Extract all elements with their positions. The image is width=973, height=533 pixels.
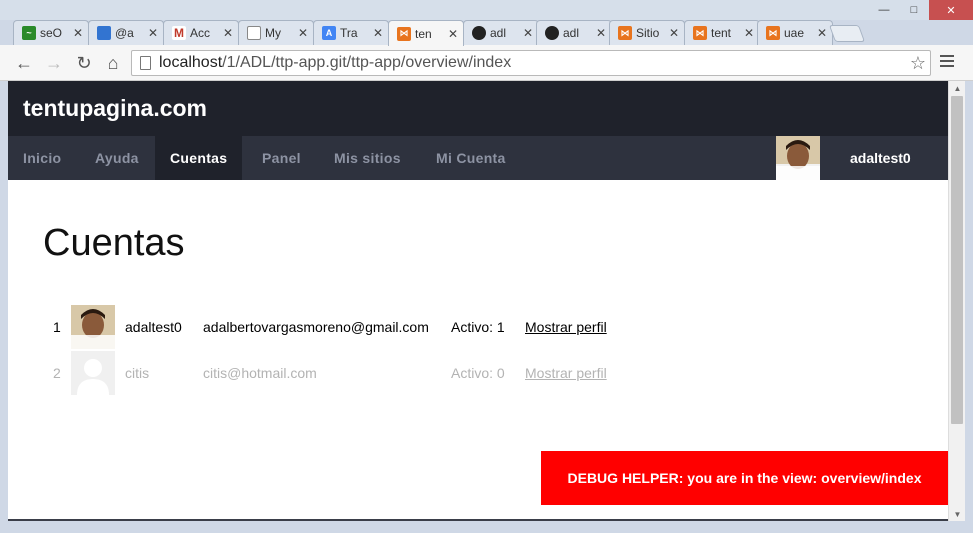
- github-icon: [472, 26, 486, 40]
- close-tab-icon[interactable]: ✕: [523, 26, 533, 40]
- github-icon: [545, 26, 559, 40]
- close-window-button[interactable]: ✕: [929, 0, 973, 20]
- footer-bar: [8, 519, 948, 521]
- browser-tab[interactable]: ⋈ Sitio ✕: [609, 20, 685, 45]
- account-email: citis@hotmail.com: [203, 365, 317, 381]
- site-header: tentupagina.com: [8, 81, 948, 136]
- tab-title: ten: [415, 26, 432, 41]
- xampp-icon: ⋈: [618, 26, 632, 40]
- gmail-icon: M: [172, 26, 186, 40]
- tab-title: My: [265, 26, 281, 40]
- table-row: 1 adaltest0 adalbertovargasmoreno@gmail.…: [43, 305, 643, 349]
- browser-toolbar: ← → ↻ ⌂ localhost/1/ADL/ttp-app.git/ttp-…: [0, 45, 973, 81]
- translate-icon: A: [322, 26, 336, 40]
- account-email: adalbertovargasmoreno@gmail.com: [203, 319, 429, 335]
- table-row: 2 citis citis@hotmail.com Activo: 0 Most…: [43, 351, 643, 395]
- scroll-down-icon[interactable]: ▼: [949, 507, 966, 521]
- close-tab-icon[interactable]: ✕: [669, 26, 679, 40]
- minimize-button[interactable]: —: [869, 0, 899, 20]
- xampp-icon: ⋈: [397, 26, 411, 41]
- browser-tab[interactable]: A Tra ✕: [313, 20, 389, 45]
- vertical-scrollbar[interactable]: ▲ ▼: [948, 81, 965, 521]
- menu-icon[interactable]: [940, 55, 954, 70]
- browser-tab[interactable]: My ✕: [238, 20, 314, 45]
- account-status: Activo: 0: [451, 365, 505, 381]
- page-icon: [140, 56, 151, 70]
- site-nav: Inicio Ayuda Cuentas Panel Mis sitios Mi…: [8, 136, 948, 180]
- bookmark-star-icon[interactable]: ☆: [910, 53, 926, 74]
- tab-title: Sitio: [636, 26, 660, 40]
- account-username: citis: [125, 365, 150, 381]
- nav-item-cuentas[interactable]: Cuentas: [155, 136, 243, 180]
- back-arrow-icon[interactable]: ←: [12, 51, 36, 75]
- browser-tab[interactable]: M Acc ✕: [163, 20, 239, 45]
- close-tab-icon[interactable]: ✕: [817, 26, 827, 40]
- row-index: 2: [53, 365, 61, 381]
- close-tab-icon[interactable]: ✕: [73, 26, 83, 40]
- window-titlebar: — □ ✕: [0, 0, 973, 20]
- page-viewport: tentupagina.com Inicio Ayuda Cuentas Pan…: [8, 81, 948, 521]
- url-path: /1/ADL/ttp-app.git/ttp-app/overview/inde…: [222, 54, 512, 71]
- new-tab-button[interactable]: [828, 25, 866, 42]
- nav-item-ayuda[interactable]: Ayuda: [80, 136, 154, 180]
- tab-title: Acc: [190, 26, 211, 40]
- avatar[interactable]: [776, 136, 820, 180]
- address-bar[interactable]: localhost/1/ADL/ttp-app.git/ttp-app/over…: [131, 50, 931, 76]
- account-status: Activo: 1: [451, 319, 505, 335]
- close-tab-icon[interactable]: ✕: [298, 26, 308, 40]
- site-title[interactable]: tentupagina.com: [23, 95, 207, 122]
- window-controls: — □ ✕: [869, 0, 973, 20]
- tab-strip: ~ seO ✕ @a ✕ M Acc ✕ My ✕ A Tra ✕ ⋈ ten …: [0, 20, 973, 46]
- xampp-icon: ⋈: [766, 26, 780, 40]
- close-tab-icon[interactable]: ✕: [596, 26, 606, 40]
- close-tab-icon[interactable]: ✕: [373, 26, 383, 40]
- maximize-button[interactable]: □: [899, 0, 929, 20]
- tab-title: adl: [490, 26, 507, 40]
- browser-tab[interactable]: ~ seO ✕: [13, 20, 89, 45]
- default-avatar-icon: [71, 351, 115, 395]
- row-index: 1: [53, 319, 61, 335]
- close-tab-icon[interactable]: ✕: [148, 26, 158, 40]
- browser-tab-active[interactable]: ⋈ ten ✕: [388, 20, 464, 46]
- nav-item-inicio[interactable]: Inicio: [8, 136, 76, 180]
- chart-icon: ~: [22, 26, 36, 40]
- nav-item-mi-cuenta[interactable]: Mi Cuenta: [421, 136, 521, 180]
- account-username: adaltest0: [125, 319, 182, 335]
- browser-tab[interactable]: @a ✕: [88, 20, 164, 45]
- scroll-up-icon[interactable]: ▲: [949, 81, 966, 95]
- nav-item-panel[interactable]: Panel: [247, 136, 316, 180]
- reload-icon[interactable]: ↻: [72, 51, 96, 75]
- tab-title: Tra: [340, 26, 358, 40]
- browser-tab[interactable]: ⋈ uae ✕: [757, 20, 833, 45]
- url-host: localhost: [159, 54, 223, 71]
- tab-title: tent: [711, 26, 732, 40]
- show-profile-link[interactable]: Mostrar perfil: [525, 365, 607, 381]
- tab-title: adl: [563, 26, 580, 40]
- delicious-icon: [97, 26, 111, 40]
- close-tab-icon[interactable]: ✕: [223, 26, 233, 40]
- debug-helper-banner: DEBUG HELPER: you are in the view: overv…: [541, 451, 948, 505]
- browser-tab[interactable]: ⋈ tent ✕: [684, 20, 760, 45]
- browser-tab[interactable]: adl ✕: [463, 20, 539, 45]
- page-title: Cuentas: [43, 222, 185, 264]
- scrollbar-thumb[interactable]: [951, 96, 963, 424]
- nav-username[interactable]: adaltest0: [850, 136, 911, 180]
- tab-title: uae: [784, 26, 805, 40]
- close-tab-icon[interactable]: ✕: [744, 26, 754, 40]
- xampp-icon: ⋈: [693, 26, 707, 40]
- avatar: [71, 305, 115, 349]
- tab-title: seO: [40, 26, 63, 40]
- home-icon[interactable]: ⌂: [101, 51, 125, 75]
- browser-tab[interactable]: adl ✕: [536, 20, 612, 45]
- show-profile-link[interactable]: Mostrar perfil: [525, 319, 607, 335]
- page-icon: [247, 26, 261, 40]
- tab-title: @a: [115, 26, 134, 40]
- forward-arrow-icon[interactable]: →: [42, 51, 66, 75]
- nav-item-mis-sitios[interactable]: Mis sitios: [319, 136, 416, 180]
- close-tab-icon[interactable]: ✕: [448, 27, 458, 41]
